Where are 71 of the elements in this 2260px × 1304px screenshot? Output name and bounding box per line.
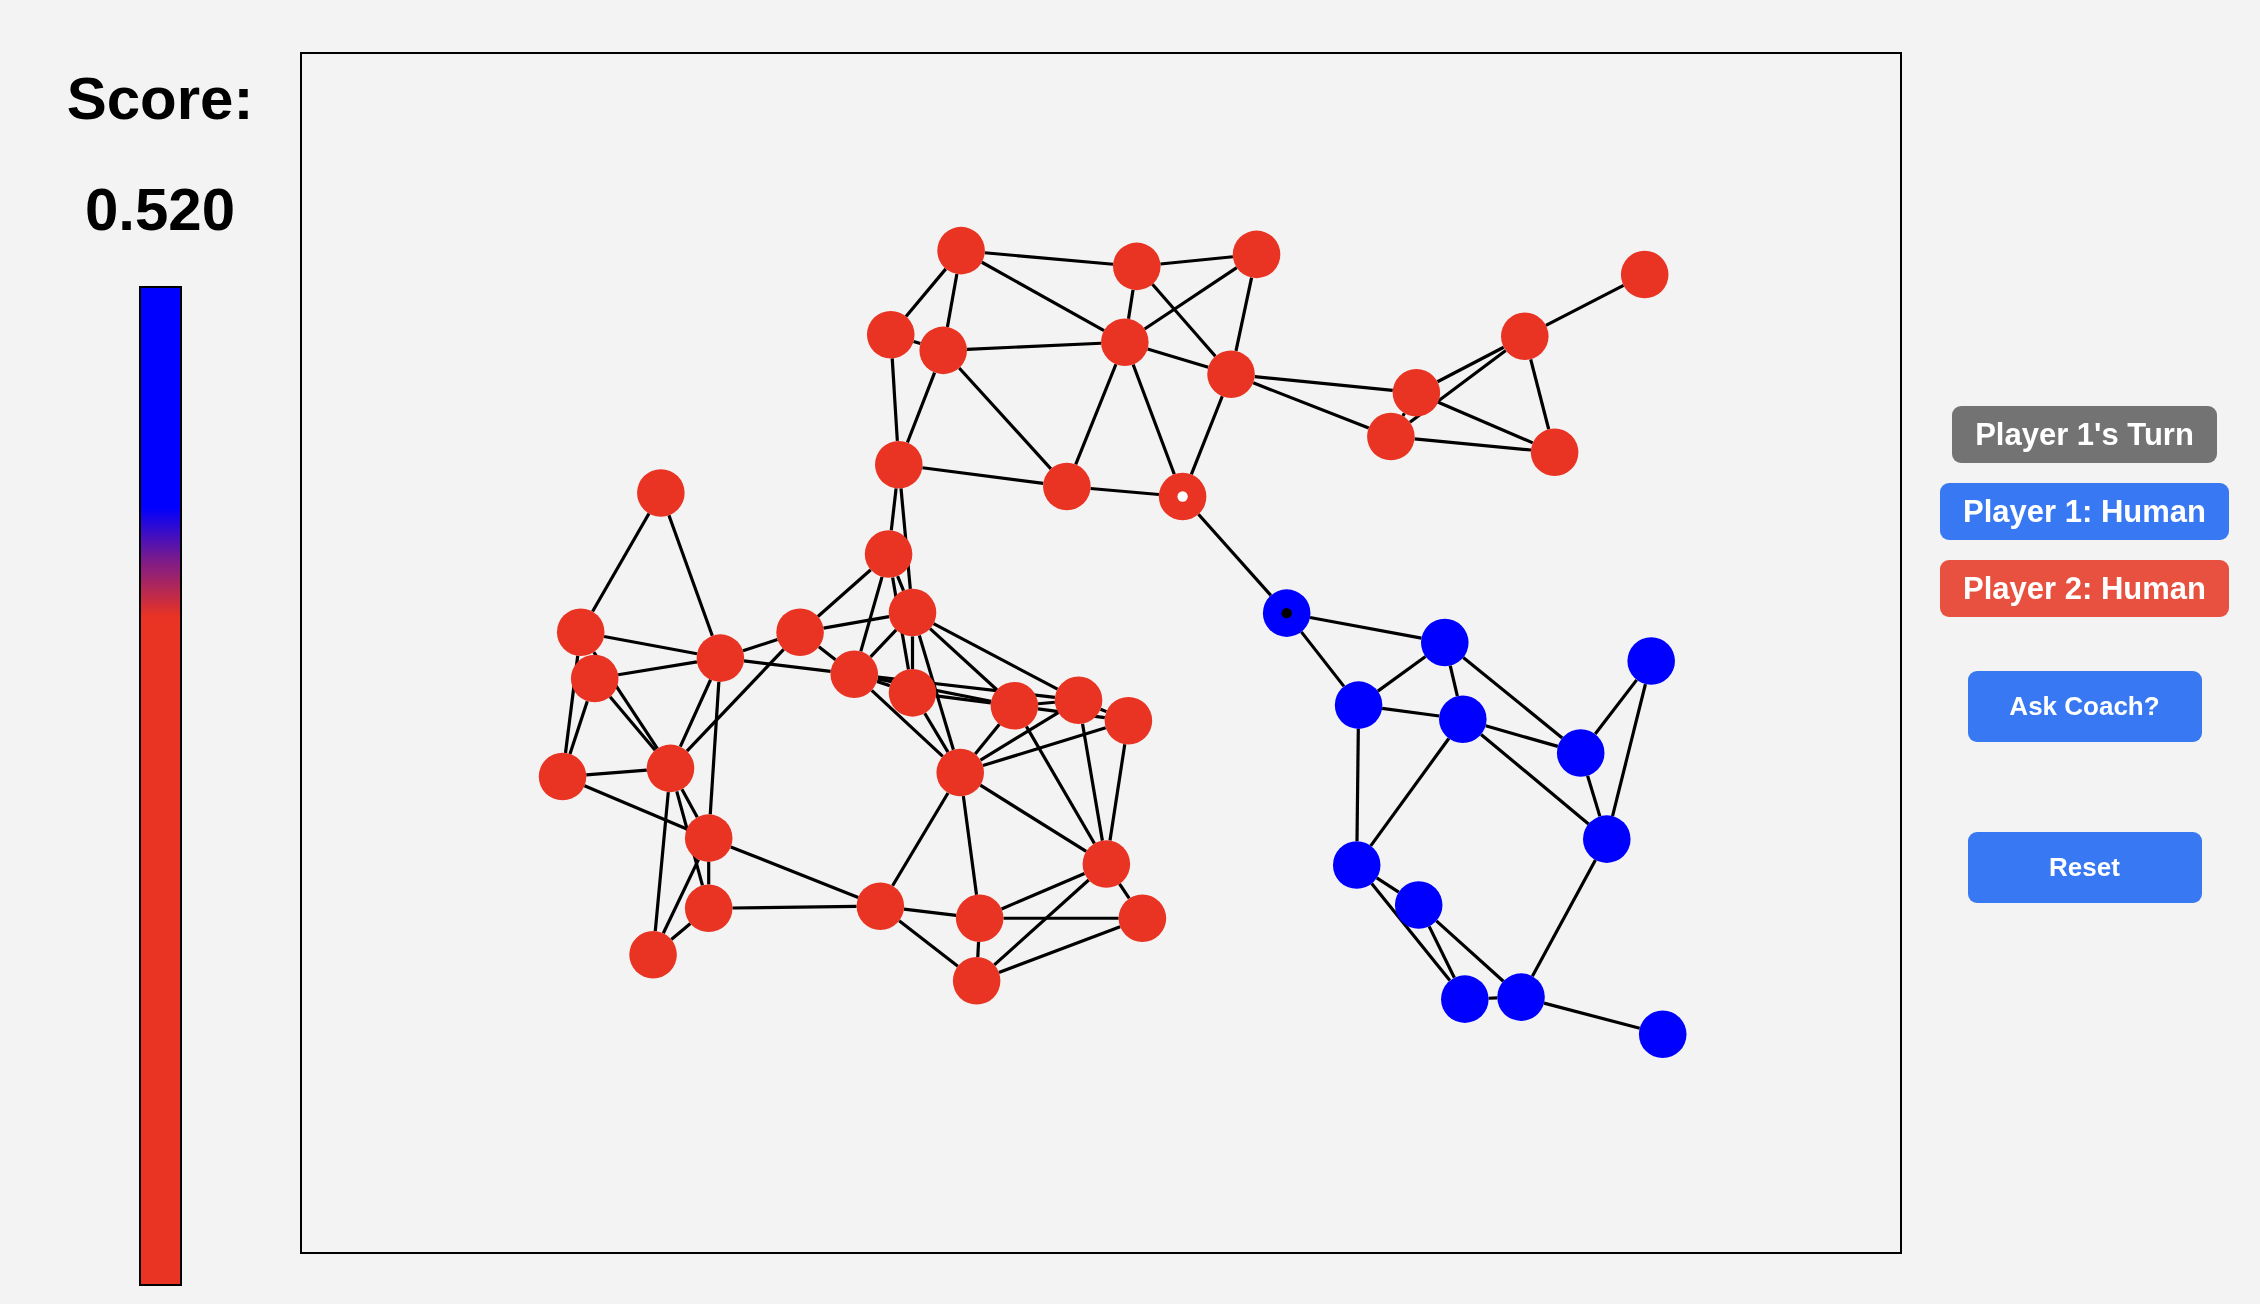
graph-node[interactable] [937, 226, 985, 275]
graph-node[interactable] [1439, 695, 1487, 743]
graph-node[interactable] [1118, 894, 1167, 943]
graph-edge [1376, 655, 1427, 693]
graph-node[interactable] [866, 310, 915, 359]
graph-edge [1488, 996, 1498, 1000]
graph-node[interactable] [888, 669, 937, 717]
graph-node[interactable] [875, 440, 923, 489]
graph-node[interactable] [955, 894, 1004, 943]
graph-edge [898, 919, 959, 968]
graph-node[interactable] [1043, 462, 1091, 511]
graph-node[interactable] [1620, 250, 1669, 299]
coach-button[interactable]: Ask Coach? [1967, 671, 2202, 742]
graph-node[interactable] [1497, 973, 1545, 1021]
graph-edge [707, 861, 711, 885]
graph-node[interactable] [1082, 840, 1131, 888]
graph-node[interactable] [1232, 230, 1281, 279]
graph-edge [976, 941, 981, 958]
graph-node[interactable] [1530, 428, 1579, 477]
graph-node[interactable] [776, 608, 824, 656]
graph-node[interactable] [1583, 815, 1631, 863]
score-value: 0.520 [84, 175, 236, 244]
player-button[interactable]: Player 2: Human [1940, 560, 2229, 617]
graph-edge [903, 907, 957, 917]
graph-node[interactable] [830, 650, 879, 699]
player-button[interactable]: Player 1: Human [1940, 483, 2229, 540]
turn-indicator: Player 1's Turn [1952, 406, 2217, 463]
graph-node[interactable] [646, 744, 695, 793]
graph-edge [1401, 412, 1406, 417]
graph-edge [1090, 486, 1160, 497]
graph-node[interactable] [1392, 369, 1441, 417]
graph-node[interactable] [856, 882, 905, 930]
graph-node[interactable] [1334, 681, 1383, 729]
graph-node[interactable] [919, 326, 967, 375]
graph-node[interactable] [1441, 975, 1489, 1023]
graph-node[interactable] [990, 682, 1039, 730]
graph-edge [1381, 706, 1440, 718]
graph-edge [586, 768, 647, 777]
graph-edge [913, 339, 921, 346]
graph-node[interactable] [1627, 637, 1675, 685]
graph-node[interactable] [538, 752, 587, 801]
graph-node[interactable] [1054, 676, 1103, 724]
graph-node[interactable] [1104, 696, 1153, 745]
graph-node[interactable] [888, 588, 937, 637]
reset-button[interactable]: Reset [1967, 832, 2202, 903]
graph-edge [1448, 665, 1459, 697]
graph-node[interactable] [1421, 618, 1469, 667]
graph-node[interactable] [952, 957, 1001, 1005]
score-label: Score: [66, 64, 254, 133]
graph-node[interactable] [1158, 472, 1207, 521]
graph-node[interactable] [1638, 1010, 1687, 1059]
graph-node[interactable] [936, 748, 984, 797]
graph-node[interactable] [1367, 412, 1415, 461]
graph-node[interactable] [1101, 318, 1149, 366]
graph-node[interactable] [864, 530, 913, 578]
graph-node[interactable] [1394, 881, 1443, 929]
graph-node[interactable] [1556, 729, 1605, 777]
graph-node[interactable] [1332, 841, 1381, 889]
graph-node[interactable] [684, 884, 733, 933]
graph-node[interactable] [629, 930, 677, 979]
graph-node[interactable] [570, 654, 619, 703]
graph-edge [1118, 883, 1131, 900]
graph-node[interactable] [684, 814, 733, 862]
graph-node[interactable] [696, 634, 745, 682]
graph-edge [1126, 289, 1135, 319]
graph-node[interactable] [1207, 350, 1255, 398]
graph-node[interactable] [637, 469, 685, 517]
graph-node[interactable] [1501, 312, 1549, 361]
graph-node[interactable] [1262, 589, 1311, 637]
graph-node[interactable] [1113, 242, 1161, 291]
graph-node[interactable] [556, 608, 605, 656]
